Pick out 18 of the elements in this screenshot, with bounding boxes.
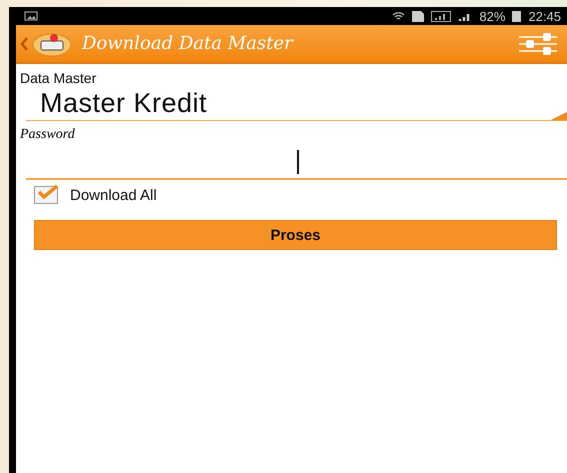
image-icon: [24, 11, 38, 21]
master-dropdown[interactable]: Master Kredit: [26, 86, 567, 121]
back-icon[interactable]: [20, 36, 28, 50]
wifi-icon: [392, 10, 406, 22]
clock-time: 22:45: [528, 8, 561, 24]
app-logo-icon: [32, 30, 72, 56]
battery-percent: 82%: [479, 8, 506, 24]
signal-icon: [431, 10, 452, 22]
checkbox[interactable]: [34, 186, 58, 204]
dropdown-corner-icon: [551, 112, 567, 120]
proses-button[interactable]: Proses: [34, 220, 557, 250]
field-label: Password: [20, 127, 75, 143]
screen-title: Download Data Master: [82, 33, 294, 54]
battery-icon: [512, 10, 522, 22]
sim-icon: [412, 10, 424, 22]
field-label: Data Master: [20, 70, 96, 86]
settings-sliders-icon[interactable]: [519, 32, 557, 54]
checkbox-label: Download All: [70, 186, 157, 204]
